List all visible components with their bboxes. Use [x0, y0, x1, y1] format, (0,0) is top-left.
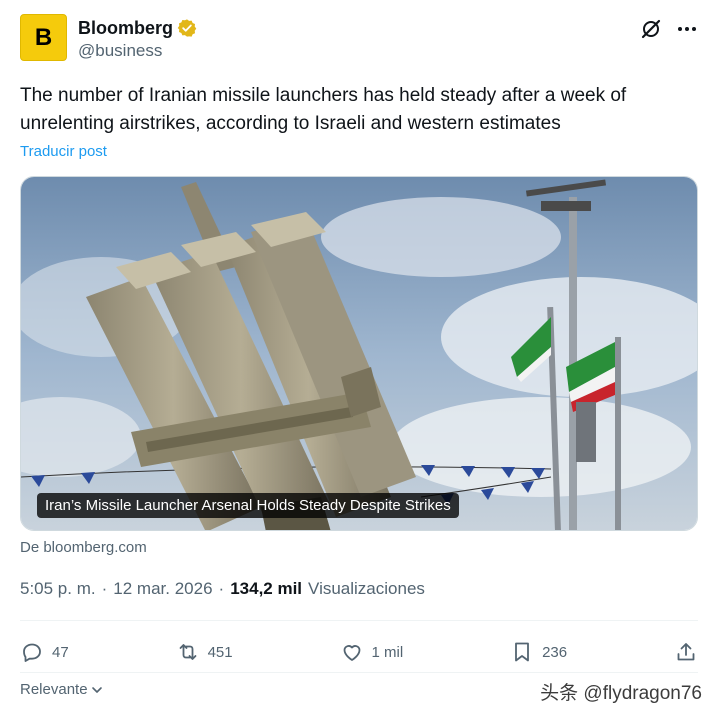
like-count: 1 mil: [371, 643, 404, 661]
chevron-down-icon: [91, 686, 102, 693]
bookmark-icon: [515, 642, 529, 662]
post-date[interactable]: 12 mar. 2026: [113, 579, 212, 599]
post-meta: 5:05 p. m. · 12 mar. 2026 · 134,2 mil Vi…: [20, 579, 425, 599]
repost-count: 451: [207, 643, 233, 661]
more-options-icon[interactable]: [676, 18, 698, 40]
reply-count: 47: [52, 643, 69, 661]
translate-post-link[interactable]: Traducir post: [20, 143, 107, 160]
views-label: Visualizaciones: [308, 579, 425, 598]
sort-label: Relevante: [20, 681, 88, 698]
divider: [20, 620, 698, 621]
image-caption: Iran’s Missile Launcher Arsenal Holds St…: [37, 493, 459, 518]
reply-button[interactable]: 47: [20, 640, 69, 664]
like-button[interactable]: 1 mil: [340, 640, 404, 664]
display-name-row: Bloomberg: [78, 18, 197, 39]
post-time[interactable]: 5:05 p. m.: [20, 579, 96, 599]
repost-icon: [179, 644, 196, 660]
verified-badge-icon[interactable]: [177, 18, 197, 38]
reply-icon: [23, 643, 41, 662]
header-actions: [640, 14, 698, 64]
grok-icon[interactable]: [640, 18, 662, 40]
bookmark-count: 236: [542, 643, 568, 661]
display-name[interactable]: Bloomberg: [78, 18, 173, 39]
bookmark-button[interactable]: 236: [510, 640, 567, 664]
post: B Bloomberg @business The number of Iran…: [0, 0, 718, 715]
tweet-text: The number of Iranian missile launchers …: [20, 85, 627, 134]
share-icon: [677, 643, 695, 661]
views-count: 134,2 mil: [230, 579, 303, 598]
heart-icon: [343, 645, 360, 661]
avatar[interactable]: B: [20, 14, 67, 61]
link-card-image[interactable]: Iran’s Missile Launcher Arsenal Holds St…: [20, 176, 698, 531]
avatar-letter: B: [26, 20, 61, 55]
post-header: B Bloomberg @business: [20, 14, 698, 64]
missile-launcher-photo-icon: [21, 177, 697, 530]
sort-dropdown[interactable]: Relevante: [20, 681, 104, 698]
watermark: 头条 @flydragon76: [540, 683, 702, 704]
share-button[interactable]: [674, 640, 698, 664]
meta-separator: ·: [101, 579, 108, 598]
action-bar: 47 451 1 mil 236: [20, 636, 698, 668]
repost-button[interactable]: 451: [176, 640, 233, 664]
handle[interactable]: @business: [78, 41, 197, 61]
card-source-link[interactable]: De bloomberg.com: [20, 539, 147, 556]
meta-separator: ·: [218, 579, 225, 598]
divider: [20, 672, 698, 673]
author-names: Bloomberg @business: [78, 14, 197, 64]
